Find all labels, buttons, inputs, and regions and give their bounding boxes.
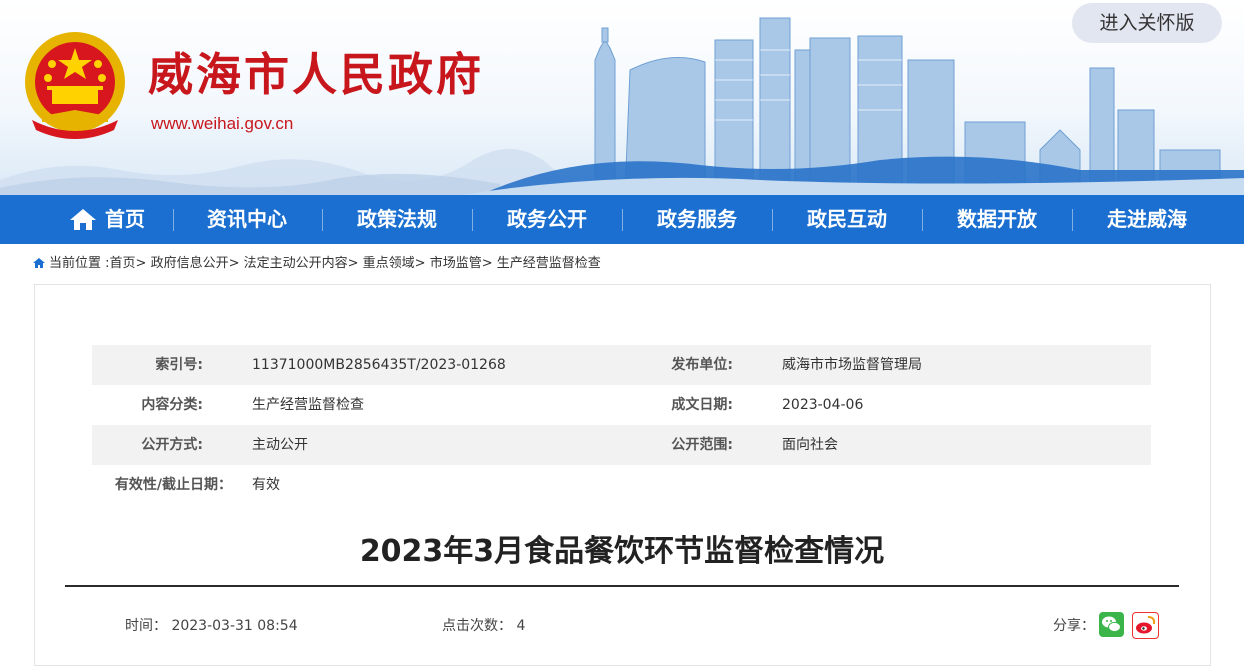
site-header: 威海市人民政府 www.weihai.gov.cn 进入关怀版 <box>0 0 1244 195</box>
nav-item-open-data[interactable]: 数据开放 <box>922 195 1072 244</box>
category-label: 内容分类: <box>141 397 203 413</box>
metadata-row: 公开方式: 主动公开 公开范围: 面向社会 <box>92 425 1151 465</box>
disclosure-method-value: 主动公开 <box>252 437 308 453</box>
publish-time-value: 2023-03-31 08:54 <box>171 618 298 634</box>
site-url: www.weihai.gov.cn <box>151 114 294 133</box>
breadcrumb-separator: > <box>135 256 151 271</box>
site-title: 威海市人民政府 <box>148 48 485 101</box>
disclosure-scope-label: 公开范围: <box>671 437 733 453</box>
validity-label: 有效性/截止日期： <box>114 477 232 493</box>
accessibility-mode-button[interactable]: 进入关怀版 <box>1072 3 1222 43</box>
publish-time: 时间： 2023-03-31 08:54 <box>125 617 298 635</box>
breadcrumb-link-home[interactable]: 首页 <box>110 256 136 271</box>
location-icon <box>33 257 45 268</box>
written-date-label: 成文日期: <box>671 397 733 413</box>
validity-value: 有效 <box>252 477 280 493</box>
article-title: 2023年3月食品餐饮环节监督检查情况 <box>359 534 885 569</box>
nav-item-interaction[interactable]: 政民互动 <box>772 195 922 244</box>
nav-item-disclosure[interactable]: 政务公开 <box>472 195 622 244</box>
disclosure-scope-value: 面向社会 <box>782 437 838 453</box>
breadcrumb-link-market[interactable]: 市场监管 <box>430 256 482 271</box>
click-count-value: 4 <box>516 618 526 634</box>
nav-item-policy[interactable]: 政策法规 <box>322 195 472 244</box>
home-icon <box>70 208 96 230</box>
metadata-row: 有效性/截止日期： 有效 <box>92 465 1151 505</box>
breadcrumb-separator: > <box>228 256 244 271</box>
category-value: 生产经营监督检查 <box>252 397 364 413</box>
written-date-value: 2023-04-06 <box>782 397 864 413</box>
publisher-label: 发布单位: <box>671 357 733 373</box>
wechat-icon[interactable] <box>1099 612 1124 637</box>
breadcrumb-link-inspection[interactable]: 生产经营监督检查 <box>497 256 601 271</box>
nav-item-home[interactable]: 首页 <box>32 195 182 244</box>
national-emblem-logo <box>25 32 125 139</box>
breadcrumb-separator: > <box>481 256 497 271</box>
breadcrumb-separator: > <box>347 256 363 271</box>
document-metadata-table: 索引号: 11371000MB2856435T/2023-01268 发布单位:… <box>92 345 1151 505</box>
weibo-icon[interactable] <box>1132 612 1159 639</box>
breadcrumb-separator: > <box>414 256 430 271</box>
nav-item-news[interactable]: 资讯中心 <box>172 195 322 244</box>
publisher-value: 威海市市场监督管理局 <box>782 357 922 373</box>
index-number-value: 11371000MB2856435T/2023-01268 <box>252 357 506 373</box>
main-nav: 首页 资讯中心 政策法规 政务公开 政务服务 政民互动 数据开放 走进威海 <box>0 195 1244 244</box>
disclosure-method-label: 公开方式: <box>141 437 203 453</box>
breadcrumb-prefix: 当前位置 : <box>49 256 110 271</box>
nav-item-about-weihai[interactable]: 走进威海 <box>1072 195 1222 244</box>
share-label: 分享： <box>1053 618 1095 634</box>
click-count-label: 点击次数： <box>442 618 512 634</box>
publish-time-label: 时间： <box>125 618 167 634</box>
breadcrumb-link-key-areas[interactable]: 重点领域 <box>363 256 415 271</box>
metadata-row: 内容分类: 生产经营监督检查 成文日期: 2023-04-06 <box>92 385 1151 425</box>
metadata-row: 索引号: 11371000MB2856435T/2023-01268 发布单位:… <box>92 345 1151 385</box>
breadcrumb-link-statutory[interactable]: 法定主动公开内容 <box>244 256 348 271</box>
click-count: 点击次数： 4 <box>442 617 525 635</box>
breadcrumb: 当前位置 :首页> 政府信息公开> 法定主动公开内容> 重点领域> 市场监管> … <box>32 256 601 273</box>
nav-item-label: 首页 <box>105 207 145 231</box>
nav-item-services[interactable]: 政务服务 <box>622 195 772 244</box>
title-divider <box>65 585 1179 587</box>
breadcrumb-link-gov-info[interactable]: 政府信息公开 <box>151 256 229 271</box>
index-number-label: 索引号: <box>155 357 203 373</box>
